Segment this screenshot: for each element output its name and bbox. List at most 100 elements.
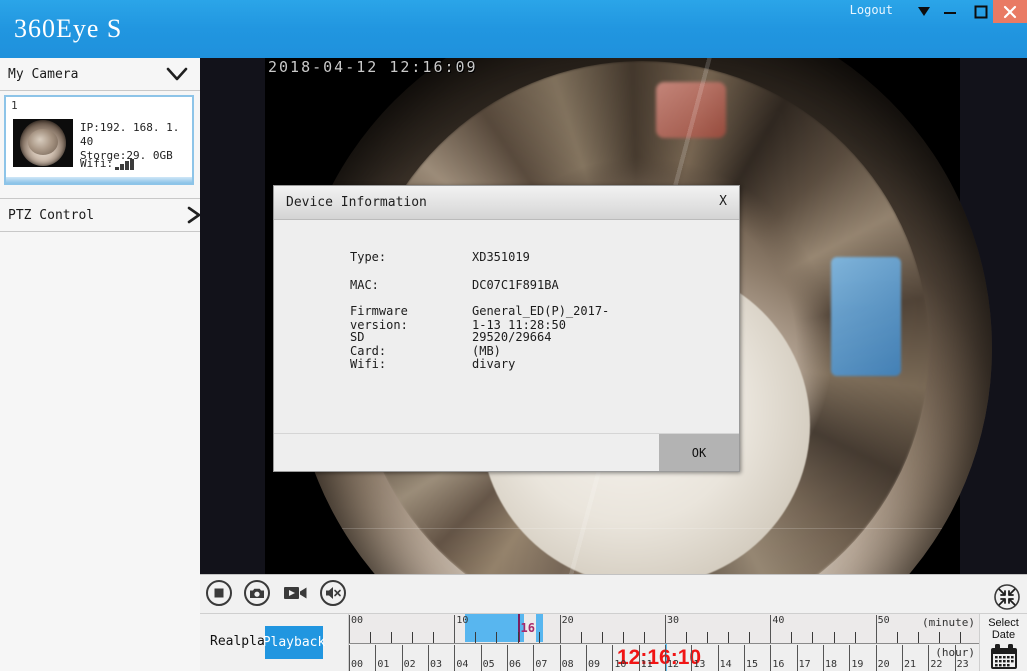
camera-card-accent [6, 177, 192, 183]
application-window: 360Eye S Logout My Camera 1 IP:192. 168.… [0, 0, 1027, 671]
media-buttons [205, 579, 347, 607]
sidebar-section-ptz-control[interactable]: PTZ Control [0, 198, 216, 232]
video-osd-timestamp: 2018-04-12 12:16:09 [268, 58, 478, 76]
app-title: 360Eye S [14, 14, 123, 43]
info-label-type: Type: [350, 250, 387, 264]
minute-tick-minor [833, 632, 835, 643]
dialog-close-icon[interactable]: X [719, 194, 727, 209]
camera-thumbnail[interactable] [13, 119, 73, 167]
clock-readout: 12:16:10 [617, 646, 702, 669]
record-video-icon[interactable] [281, 579, 309, 607]
hour-tick [902, 645, 903, 671]
chevron-down-icon [164, 64, 190, 89]
hour-tick-label: 05 [482, 659, 495, 670]
minute-playhead-label: 16 [520, 621, 535, 635]
minimize-icon[interactable] [934, 0, 965, 23]
recording-block[interactable] [536, 614, 543, 642]
playback-button[interactable]: Playback [263, 626, 325, 659]
minute-tick-minor [496, 632, 498, 643]
hour-tick-label: 22 [930, 659, 943, 670]
camera-wifi: Wifi: [80, 157, 135, 170]
dialog-footer: OK [274, 433, 739, 471]
sidebar: My Camera 1 IP:192. 168. 1. 40 Storge:29… [0, 58, 216, 671]
hour-tick-label: 20 [877, 659, 890, 670]
camera-list-item[interactable]: 1 IP:192. 168. 1. 40 Storge:29. 0GB Wifi… [4, 95, 194, 185]
hour-tick [928, 645, 930, 671]
info-label-firmware: Firmware version: [350, 304, 408, 332]
minute-tick-label: 40 [772, 615, 785, 626]
hour-tick [480, 645, 482, 671]
device-information-dialog: Device Information X Type: XD351019 MAC:… [273, 185, 740, 472]
timeline[interactable]: 16 (minute) 001020304050 12:16:10 (hour)… [348, 613, 981, 671]
mute-speaker-icon[interactable] [319, 579, 347, 607]
minute-tick-minor [580, 632, 582, 643]
minute-tick-minor [854, 632, 856, 643]
minute-tick-major [665, 615, 666, 643]
minute-tick-minor [707, 632, 709, 643]
logout-button[interactable]: Logout [846, 0, 897, 20]
minute-tick-minor [812, 632, 814, 643]
hour-tick [349, 645, 350, 671]
minute-tick-major [454, 615, 456, 643]
dialog-body: Type: XD351019 MAC: DC07C1F891BA Firmwar… [274, 220, 739, 434]
snapshot-icon[interactable] [243, 579, 271, 607]
hour-tick [375, 645, 377, 671]
minute-tick-major [875, 615, 877, 643]
hour-tick [586, 645, 587, 671]
info-label-mac: MAC: [350, 278, 379, 292]
minute-tick-minor [391, 632, 393, 643]
minute-tick-major [349, 615, 350, 643]
hour-tick [507, 645, 508, 671]
dialog-title: Device Information [286, 195, 427, 210]
video-letterbox-left [200, 58, 265, 574]
minute-tick-minor [938, 632, 940, 643]
exit-fullscreen-icon[interactable] [993, 583, 1021, 611]
hour-tick [401, 645, 403, 671]
sidebar-section-my-camera[interactable]: My Camera [0, 58, 200, 91]
minute-tick-minor [475, 632, 477, 643]
hour-tick [954, 645, 956, 671]
minute-tick-minor [791, 632, 793, 643]
hour-tick-label: 15 [746, 659, 759, 670]
minute-tick-minor [728, 632, 730, 643]
info-value-sdcard: 29520/29664 (MB) [472, 330, 552, 358]
select-date-label-line2: Date [991, 629, 1016, 641]
stop-icon[interactable] [205, 579, 233, 607]
hour-tick [691, 645, 693, 671]
hour-tick-label: 02 [403, 659, 416, 670]
hour-tick [849, 645, 851, 671]
minute-tick-minor [412, 632, 414, 643]
minute-unit-label: (minute) [922, 616, 975, 629]
minute-tick-minor [370, 632, 372, 643]
select-date-button[interactable]: Select Date [979, 613, 1027, 671]
hour-tick-label: 10 [614, 659, 627, 670]
hour-tick [665, 645, 666, 671]
hour-tick [770, 645, 772, 671]
minute-tick-label: 50 [877, 615, 890, 626]
hour-tick-label: 00 [351, 659, 364, 670]
minute-tick-minor [517, 632, 519, 643]
hour-tick-label: 23 [956, 659, 969, 670]
maximize-icon[interactable] [965, 0, 996, 23]
hour-tick-label: 21 [904, 659, 917, 670]
hour-tick [612, 645, 614, 671]
hour-tick [796, 645, 798, 671]
close-icon[interactable] [993, 0, 1027, 23]
hour-tick-label: 01 [377, 659, 390, 670]
minute-tick-minor [601, 632, 603, 643]
dialog-title-bar: Device Information X [274, 186, 739, 220]
hour-track[interactable]: 12:16:10 (hour) 000102030405060708091011… [349, 644, 981, 671]
ok-button[interactable]: OK [659, 434, 739, 471]
hour-tick-label: 04 [456, 659, 469, 670]
info-value-mac: DC07C1F891BA [472, 278, 559, 292]
info-value-type: XD351019 [472, 250, 530, 264]
hour-tick-label: 13 [693, 659, 706, 670]
minute-tick-minor [433, 632, 435, 643]
hour-tick [454, 645, 456, 671]
hour-tick-label: 14 [719, 659, 732, 670]
wifi-label: Wifi: [80, 157, 114, 170]
minute-track[interactable]: 16 (minute) 00 10 20 30 40 50 [349, 614, 981, 644]
info-value-wifi: divary [472, 357, 516, 371]
wifi-signal-icon [115, 159, 135, 170]
recording-block[interactable] [464, 614, 524, 642]
